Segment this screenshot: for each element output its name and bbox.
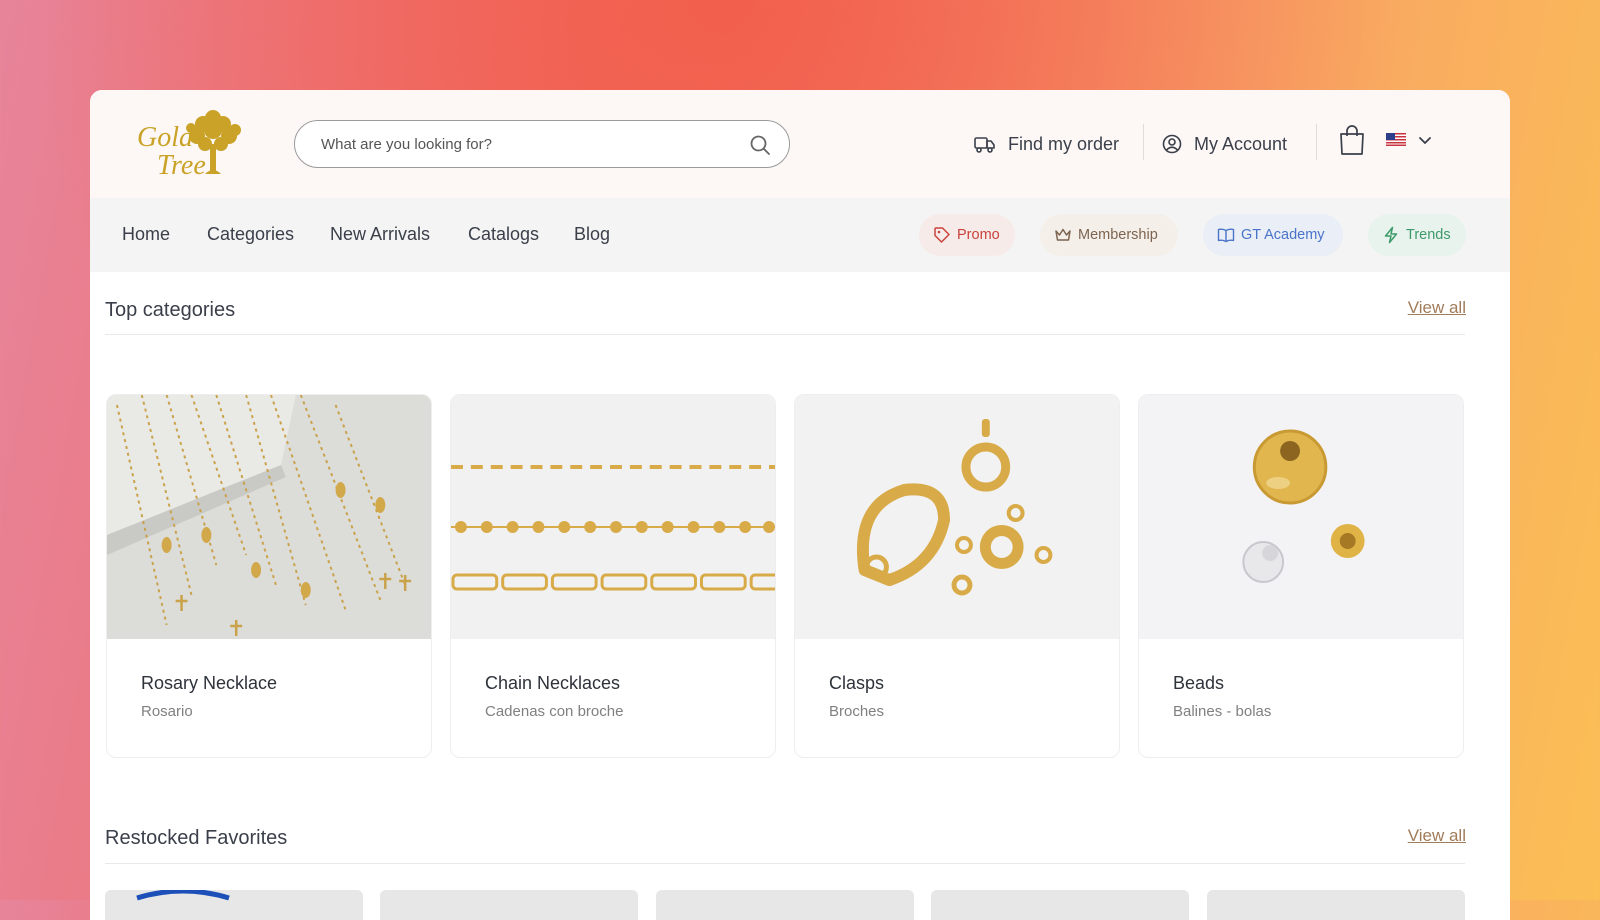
category-card-rosary-necklace[interactable]: Rosary Necklace Rosario (106, 394, 432, 758)
my-account-link[interactable]: My Account (1162, 130, 1287, 158)
product-card[interactable] (931, 890, 1189, 920)
card-title: Beads (1173, 673, 1225, 693)
tag-icon (934, 227, 950, 243)
card-title: Rosary Necklace (141, 673, 278, 693)
promo-label: Promo (957, 227, 1000, 243)
find-order-link[interactable]: Find my order (974, 130, 1119, 158)
view-all-top-categories-link[interactable]: View all (1408, 298, 1466, 318)
chain-necklaces-image (451, 395, 775, 639)
gt-academy-pill[interactable]: GT Academy (1203, 214, 1343, 256)
book-icon (1217, 228, 1235, 243)
nav-item-blog[interactable]: Blog (574, 224, 610, 245)
my-account-label: My Account (1194, 133, 1288, 154)
nav-item-catalogs[interactable]: Catalogs (468, 224, 539, 245)
product-image (136, 888, 230, 901)
section-divider (105, 863, 1465, 864)
membership-pill[interactable]: Membership (1040, 214, 1178, 256)
product-card[interactable] (1207, 890, 1465, 920)
truck-icon (974, 137, 995, 153)
section-title-top-categories: Top categories (105, 299, 236, 321)
product-card[interactable] (105, 888, 363, 920)
category-card-beads[interactable]: Beads Balines - bolas (1138, 394, 1464, 758)
nav-item-categories[interactable]: Categories (207, 224, 294, 245)
search-bar[interactable] (294, 120, 790, 168)
trends-pill[interactable]: Trends (1368, 214, 1466, 256)
search-input[interactable] (319, 121, 743, 168)
promo-pill[interactable]: Promo (919, 214, 1015, 256)
card-title: Clasps (829, 673, 885, 693)
shopping-bag-icon[interactable] (1338, 124, 1366, 156)
card-subtitle: Balines - bolas (1173, 703, 1272, 720)
card-subtitle: Cadenas con broche (485, 703, 624, 720)
membership-label: Membership (1078, 227, 1158, 243)
product-card[interactable] (380, 890, 638, 920)
nav-item-home[interactable]: Home (122, 224, 170, 245)
trends-label: Trends (1406, 227, 1451, 243)
section-divider (105, 334, 1465, 335)
gt-academy-label: GT Academy (1241, 227, 1325, 243)
svg-text:Tree: Tree (157, 150, 206, 180)
header-divider (1143, 124, 1144, 160)
site-header: Gold Tree Find my order (90, 90, 1510, 198)
view-all-restocked-link[interactable]: View all (1408, 826, 1466, 846)
section-title-restocked-favorites: Restocked Favorites (105, 827, 288, 849)
browser-page: Gold Tree Find my order (90, 90, 1510, 920)
bolt-icon (1384, 226, 1398, 244)
us-flag-icon[interactable] (1386, 133, 1406, 146)
gold-tree-logo[interactable]: Gold Tree (135, 108, 249, 180)
category-card-clasps[interactable]: Clasps Broches (794, 394, 1120, 758)
card-subtitle: Broches (829, 703, 885, 720)
category-card-chain-necklaces[interactable]: Chain Necklaces Cadenas con broche (450, 394, 776, 758)
card-title: Chain Necklaces (485, 673, 621, 693)
nav-item-new-arrivals[interactable]: New Arrivals (330, 224, 430, 245)
rosary-necklace-image (107, 395, 431, 639)
search-icon[interactable] (749, 134, 771, 156)
main-nav: Home Categories New Arrivals Catalogs Bl… (90, 198, 1510, 272)
beads-image (1139, 395, 1463, 639)
header-divider (1316, 124, 1317, 160)
clasps-image (795, 395, 1119, 639)
chevron-down-icon[interactable] (1418, 134, 1432, 146)
svg-text:Gold: Gold (137, 122, 194, 153)
find-order-label: Find my order (1008, 133, 1120, 154)
product-card[interactable] (656, 890, 914, 920)
user-circle-icon (1162, 134, 1182, 154)
crown-icon (1055, 228, 1071, 241)
card-subtitle: Rosario (141, 703, 193, 720)
